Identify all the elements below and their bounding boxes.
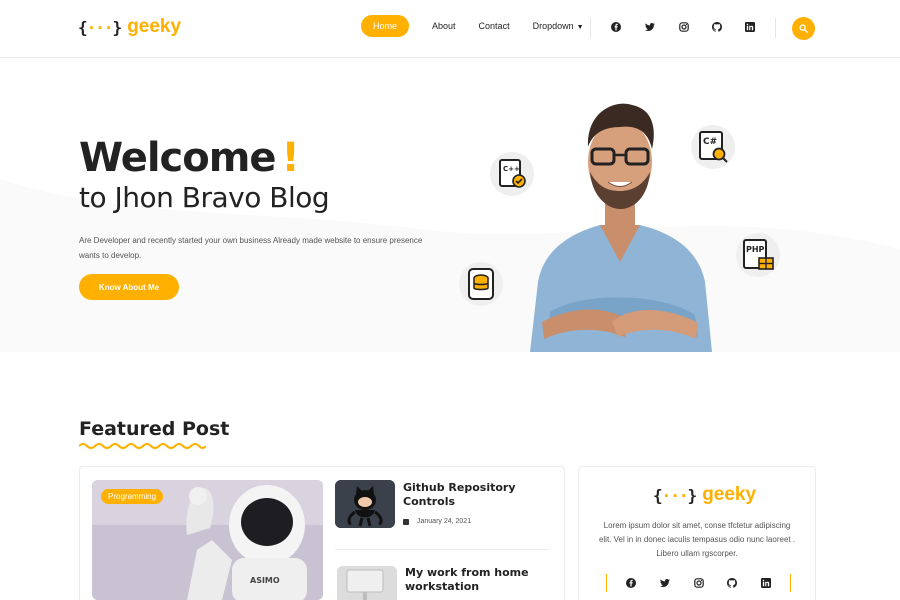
csharp-search-icon: C# [691,125,735,169]
logo-text: geeky [127,16,182,37]
github-octocat-image [335,480,395,528]
title-underline-squiggle [79,443,206,449]
database-icon [459,262,503,306]
php-file-icon: PHP [736,233,780,277]
svg-text:PHP: PHP [746,245,765,254]
logo-mark-icon: {···} [78,17,122,37]
site-header: {···} geeky Home About Contact Dropdown ▼ [0,0,900,58]
facebook-icon[interactable] [611,22,621,32]
svg-text:C++: C++ [503,165,520,173]
nav-separator [590,18,591,38]
widget-description: Lorem ipsum dolor sit amet, conse tfctet… [598,521,796,558]
github-icon[interactable] [727,578,737,588]
calendar-icon [403,518,409,525]
hero-section: Welcome! to Jhon Bravo Blog Are Develope… [0,59,900,352]
nav-dropdown-label: Dropdown [532,21,574,31]
widget-logo: {···} geeky [653,484,756,506]
nav-dropdown[interactable]: Dropdown ▼ [533,21,584,31]
svg-text:ASIMO: ASIMO [250,576,280,585]
search-button[interactable] [792,17,815,40]
instagram-icon[interactable] [679,22,689,32]
twitter-icon[interactable] [645,22,655,32]
widget-logo-text: geeky [702,484,757,505]
hero-title-accent: ! [281,135,300,181]
featured-section-title: Featured Post [79,418,230,440]
post-date: January 24, 2021 [403,518,471,525]
post-category-tag[interactable]: Programming [101,489,164,504]
linkedin-icon[interactable] [761,578,771,588]
nav-home[interactable]: Home [361,15,410,37]
know-about-me-button[interactable]: Know About Me [79,274,179,300]
post-thumbnail[interactable] [337,566,397,600]
hero-title-text: Welcome [79,135,277,181]
workstation-image [337,566,397,600]
facebook-icon[interactable] [626,578,636,588]
instagram-icon[interactable] [694,578,704,588]
logo-mark-icon: {···} [653,485,697,505]
post-divider [335,549,549,550]
hero-subtitle: to Jhon Bravo Blog [79,181,330,214]
svg-text:C#: C# [703,137,717,147]
post-title[interactable]: My work from home workstation [405,566,545,594]
hero-title: Welcome! [79,135,300,181]
nav-contact[interactable]: Contact [479,21,510,31]
post-date-text: January 24, 2021 [417,518,472,525]
post-title[interactable]: Github Repository Controls [403,481,543,509]
nav-separator [775,18,776,38]
post-thumbnail[interactable] [335,480,395,528]
chevron-down-icon: ▼ [576,24,584,31]
search-icon [799,24,808,33]
hero-person-image [530,103,712,352]
cpp-file-icon: C++ [490,152,534,196]
hero-description: Are Developer and recently started your … [79,236,423,260]
linkedin-icon[interactable] [745,22,755,32]
nav-about[interactable]: About [432,21,456,31]
github-icon[interactable] [712,22,722,32]
twitter-icon[interactable] [660,578,670,588]
main-nav: Home About Contact Dropdown ▼ [361,15,607,37]
site-logo[interactable]: {···} geeky [78,16,181,38]
